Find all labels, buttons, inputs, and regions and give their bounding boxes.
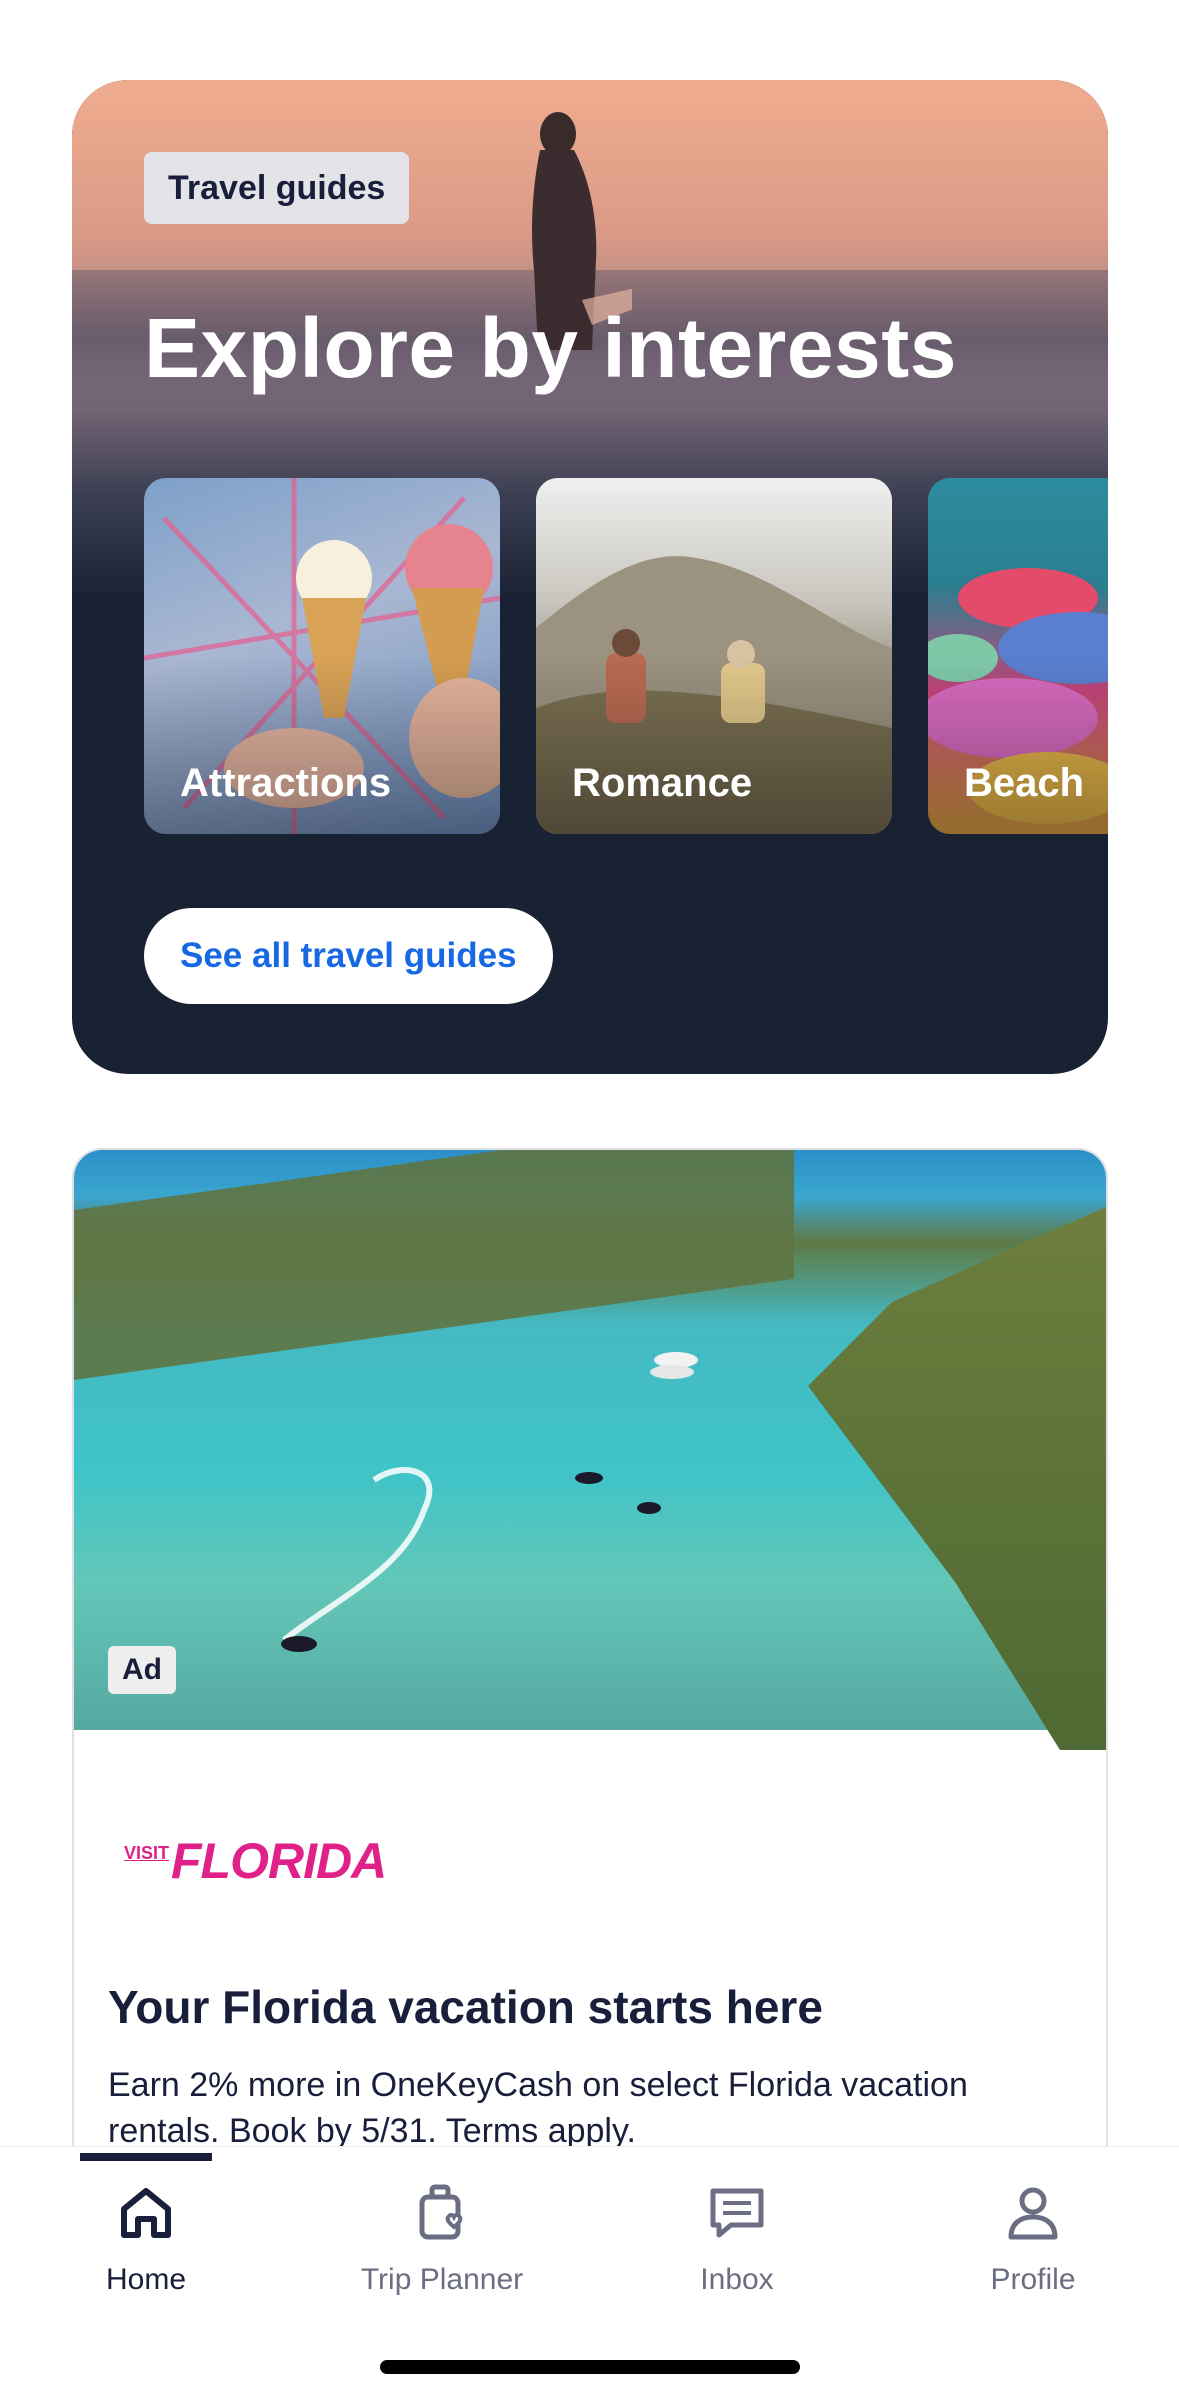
visit-florida-logo: VISIT FLORIDA <box>124 1830 387 1890</box>
ad-card[interactable]: Ad VISIT FLORIDA Your Florida vacation s… <box>72 1148 1108 2148</box>
tile-romance[interactable]: Romance <box>536 478 892 834</box>
nav-home[interactable]: Home <box>16 2173 276 2303</box>
tile-attractions[interactable]: Attractions <box>144 478 500 834</box>
interest-carousel[interactable]: Attractions Romance Beach <box>144 478 1108 834</box>
profile-icon <box>1008 2187 1058 2240</box>
tile-label: Romance <box>572 761 753 805</box>
nav-label: Inbox <box>700 2263 774 2296</box>
bottom-nav: Home Trip Planner Inbox Profile <box>0 2146 1179 2396</box>
brand-logo-main: FLORIDA <box>171 1833 387 1889</box>
tile-shade <box>928 656 1108 834</box>
nav-label: Profile <box>990 2263 1076 2296</box>
active-tab-indicator <box>80 2153 212 2161</box>
screen: Travel guides Explore by interests Attra… <box>0 0 1179 2396</box>
tile-beach[interactable]: Beach <box>928 478 1108 834</box>
inbox-icon <box>710 2188 764 2238</box>
home-indicator <box>380 2360 800 2374</box>
home-icon <box>121 2188 171 2238</box>
nav-label: Home <box>105 2263 187 2296</box>
brand-logo-small: VISIT <box>124 1843 170 1863</box>
nav-label: Trip Planner <box>360 2263 524 2296</box>
ad-headline: Your Florida vacation starts here <box>108 1981 823 2033</box>
ad-image: Ad <box>74 1150 1106 1750</box>
ad-badge: Ad <box>108 1646 176 1694</box>
explore-card: Travel guides Explore by interests Attra… <box>72 80 1108 1074</box>
travel-guides-tag: Travel guides <box>144 152 410 224</box>
nav-profile[interactable]: Profile <box>903 2173 1163 2303</box>
trip-planner-icon <box>419 2184 463 2240</box>
tile-shade <box>536 656 892 834</box>
tile-shade <box>144 656 500 834</box>
nav-inbox[interactable]: Inbox <box>607 2173 867 2303</box>
tile-label: Attractions <box>180 761 392 805</box>
jet-ski-wakes <box>281 1352 698 1652</box>
nav-trip-planner[interactable]: Trip Planner <box>312 2173 572 2303</box>
tile-label: Beach <box>964 761 1085 805</box>
ad-body-text: Earn 2% more in OneKeyCash on select Flo… <box>108 2066 968 2148</box>
section-title: Explore by interests <box>144 301 957 395</box>
see-all-travel-guides-button[interactable]: See all travel guides <box>144 908 553 1004</box>
